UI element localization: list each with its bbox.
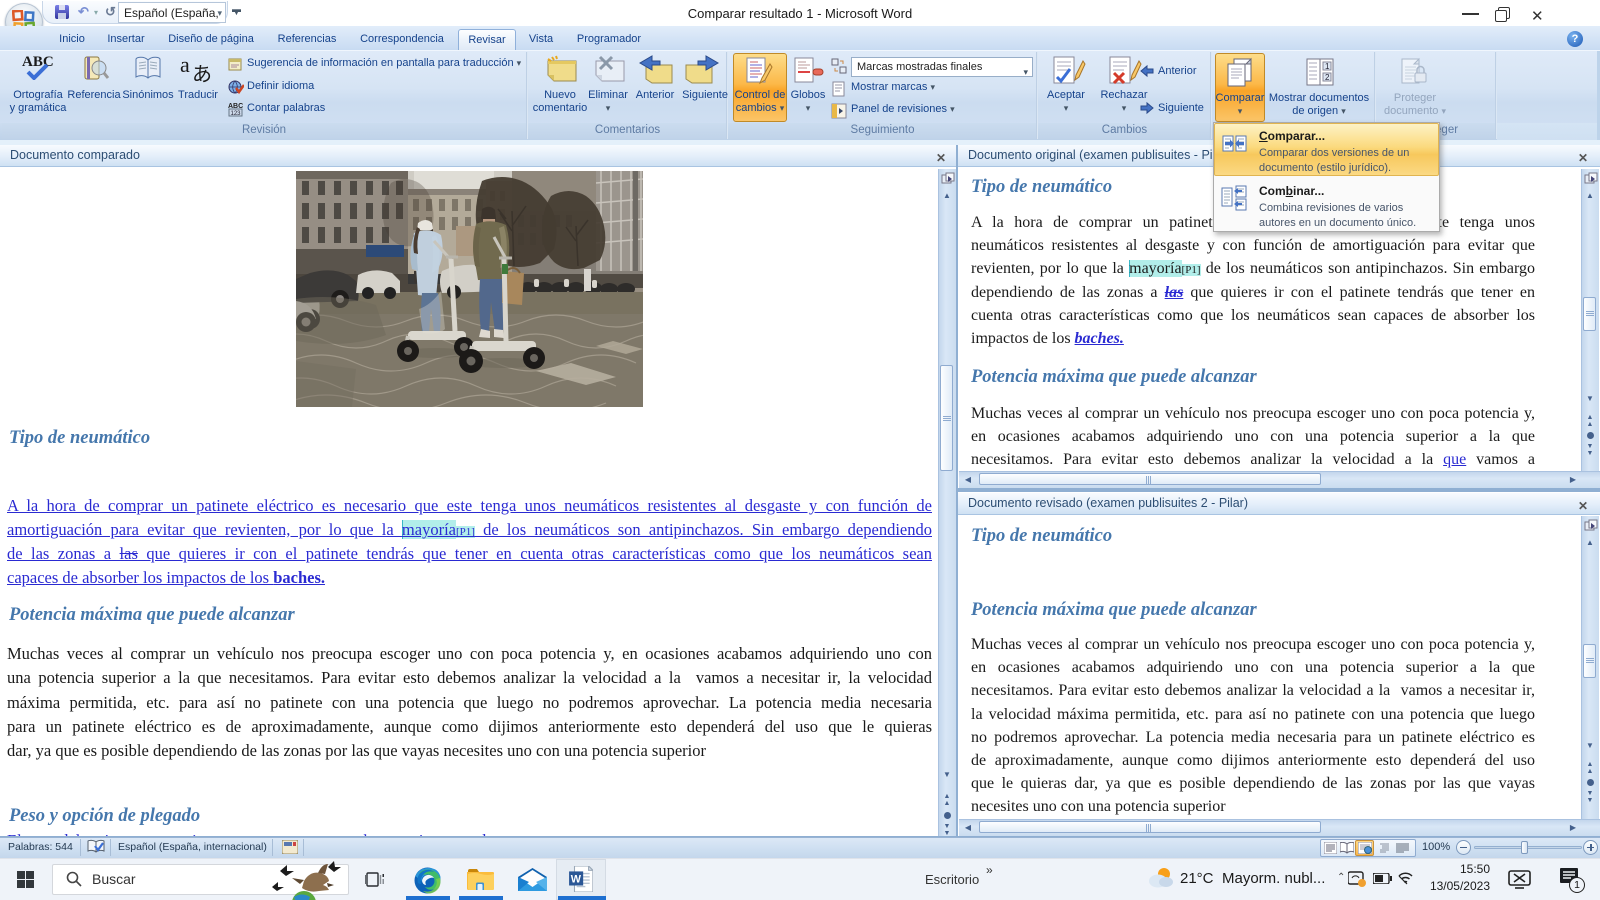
svg-text:W: W	[571, 873, 582, 885]
svg-text:123: 123	[231, 111, 242, 117]
svg-text:2: 2	[1325, 73, 1330, 82]
svg-text:1: 1	[1325, 62, 1330, 71]
